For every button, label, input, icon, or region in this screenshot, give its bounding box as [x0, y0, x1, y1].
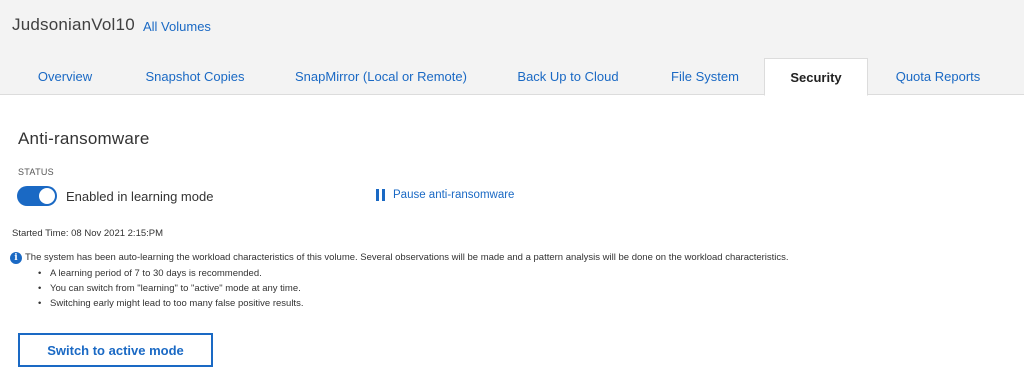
switch-to-active-mode-button[interactable]: Switch to active mode [18, 333, 213, 367]
tab-file-system[interactable]: File System [646, 58, 764, 95]
status-label: STATUS [18, 167, 54, 177]
pause-anti-ransomware-link[interactable]: Pause anti-ransomware [376, 187, 514, 203]
pause-icon [376, 189, 385, 201]
pause-label: Pause anti-ransomware [393, 189, 515, 201]
tab-security[interactable]: Security [764, 58, 868, 96]
info-text: The system has been auto-learning the wo… [25, 252, 789, 263]
tab-snapshot-copies[interactable]: Snapshot Copies [118, 58, 272, 95]
list-item: Switching early might lead to too many f… [38, 297, 303, 312]
all-volumes-link[interactable]: All Volumes [143, 19, 211, 34]
started-time: Started Time: 08 Nov 2021 2:15:PM [12, 228, 164, 239]
tab-overview[interactable]: Overview [12, 58, 118, 95]
anti-ransomware-toggle[interactable] [17, 186, 57, 206]
info-icon: i [10, 252, 22, 264]
section-title: Anti-ransomware [18, 129, 150, 148]
volume-name: JudsonianVol10 [12, 15, 135, 34]
toggle-label: Enabled in learning mode [66, 189, 214, 204]
tab-quota-reports[interactable]: Quota Reports [868, 58, 1008, 95]
toggle-knob [39, 188, 55, 204]
list-item: A learning period of 7 to 30 days is rec… [38, 267, 303, 282]
list-item: You can switch from "learning" to "activ… [38, 282, 303, 297]
tab-back-up-to-cloud[interactable]: Back Up to Cloud [490, 58, 646, 95]
tab-snapmirror[interactable]: SnapMirror (Local or Remote) [272, 58, 490, 95]
page-header: JudsonianVol10 All Volumes Overview Snap… [0, 0, 1024, 96]
info-bullet-list: A learning period of 7 to 30 days is rec… [38, 267, 303, 312]
